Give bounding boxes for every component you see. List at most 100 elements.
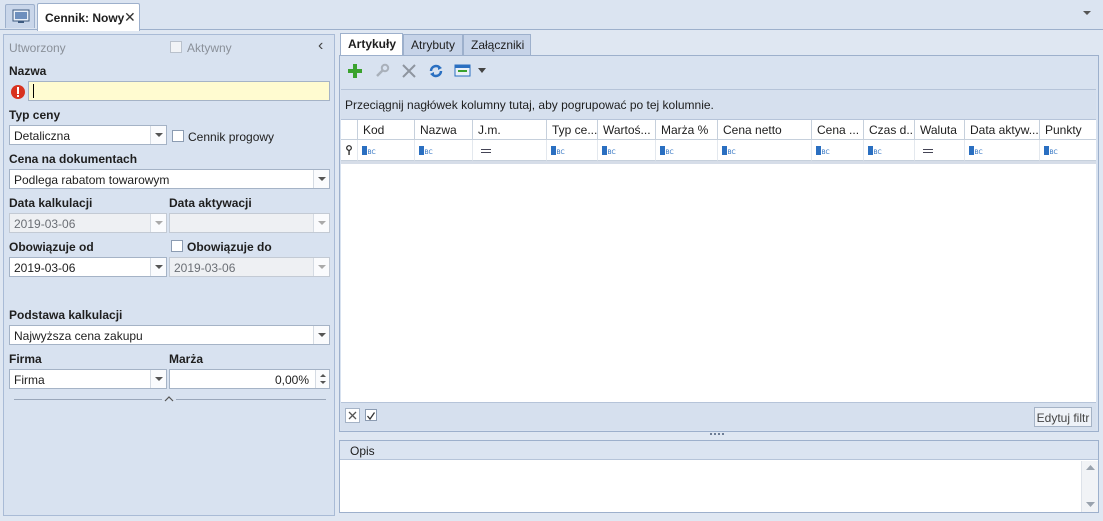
row-indicator-header: [341, 120, 358, 140]
name-input[interactable]: [28, 81, 330, 101]
clear-filter-button[interactable]: [345, 408, 360, 423]
valid-from-date-picker[interactable]: 2019-03-06: [9, 257, 167, 277]
calc-date-value: 2019-03-06: [14, 217, 76, 231]
filter-cell-cena-netto[interactable]: BC: [718, 140, 812, 161]
svg-text:BC: BC: [368, 149, 376, 155]
calc-basis-select[interactable]: Najwyższa cena zakupu: [9, 325, 330, 345]
description-panel: Opis: [339, 440, 1099, 513]
filter-cell-jm[interactable]: [473, 140, 547, 161]
company-label: Firma: [9, 352, 42, 366]
chevron-up-icon[interactable]: [164, 395, 174, 403]
calc-basis-value: Najwyższa cena zakupu: [14, 329, 143, 343]
abc-filter-icon: BC: [419, 146, 433, 155]
collapse-panel-icon[interactable]: ‹: [318, 37, 323, 55]
dropdown-button[interactable]: [150, 126, 166, 144]
filter-cell-wartosc[interactable]: BC: [598, 140, 656, 161]
doc-price-select[interactable]: Podlega rabatom towarowym: [9, 169, 330, 189]
filter-cell-czas-dostawy[interactable]: BC: [864, 140, 915, 161]
column-header-wartosc[interactable]: Wartoś...: [598, 120, 656, 140]
svg-text:BC: BC: [608, 149, 616, 155]
tab-zalaczniki[interactable]: Załączniki: [463, 34, 531, 55]
wrench-icon[interactable]: [374, 63, 390, 79]
export-icon[interactable]: [454, 64, 472, 78]
filter-cell-waluta[interactable]: [915, 140, 965, 161]
dropdown-button[interactable]: [150, 370, 166, 388]
dropdown-button[interactable]: [313, 326, 329, 344]
filter-cell-punkty[interactable]: BC: [1040, 140, 1096, 161]
activation-date-label: Data aktywacji: [169, 196, 252, 210]
items-grid[interactable]: Kod Nazwa J.m. Typ ce... Wartoś... Marża…: [341, 119, 1096, 402]
scroll-up-icon[interactable]: [1086, 465, 1095, 471]
chevron-down-icon[interactable]: [1082, 9, 1092, 17]
tier-price-checkbox[interactable]: [172, 130, 184, 142]
dropdown-button[interactable]: [313, 170, 329, 188]
filter-footer: Edytuj filtr: [341, 402, 1096, 430]
scroll-down-icon[interactable]: [1086, 502, 1095, 508]
filter-cell-kod[interactable]: BC: [358, 140, 415, 161]
svg-text:BC: BC: [1050, 149, 1058, 155]
filter-cell-marza[interactable]: BC: [656, 140, 718, 161]
column-header-cena[interactable]: Cena ...: [812, 120, 864, 140]
column-header-marza[interactable]: Marża %: [656, 120, 718, 140]
description-scrollbar[interactable]: [1081, 461, 1098, 512]
filter-cell-cena[interactable]: BC: [812, 140, 864, 161]
tab-title: Cennik: Nowy: [45, 11, 125, 25]
warning-icon: [11, 85, 25, 99]
splitter-grip-icon[interactable]: [710, 433, 724, 436]
dropdown-button: [150, 214, 166, 232]
column-header-cena-netto[interactable]: Cena netto: [718, 120, 812, 140]
tab-cennik-nowy[interactable]: Cennik: Nowy ✕: [37, 3, 140, 31]
header-panel: Utworzony Aktywny ‹ Nazwa Typ ceny Detal…: [3, 34, 335, 516]
active-checkbox[interactable]: [170, 41, 182, 53]
abc-filter-icon: BC: [969, 146, 983, 155]
dropdown-button[interactable]: [150, 258, 166, 276]
home-tab[interactable]: [5, 4, 35, 28]
filter-cell-data-aktywacji[interactable]: BC: [965, 140, 1040, 161]
margin-spin-input[interactable]: 0,00%: [169, 369, 330, 389]
margin-label: Marża: [169, 352, 204, 366]
column-header-waluta[interactable]: Waluta: [915, 120, 965, 140]
tab-atrybuty[interactable]: Atrybuty: [403, 34, 463, 55]
column-header-punkty[interactable]: Punkty: [1040, 120, 1096, 140]
company-select[interactable]: Firma: [9, 369, 167, 389]
divider: [14, 399, 162, 400]
column-header-czas-dostawy[interactable]: Czas d...: [864, 120, 915, 140]
filter-cell-typ-ceny[interactable]: BC: [547, 140, 598, 161]
delete-icon[interactable]: [401, 63, 417, 79]
column-header-jm[interactable]: J.m.: [473, 120, 547, 140]
close-icon[interactable]: ✕: [124, 9, 136, 26]
filter-cell-nazwa[interactable]: BC: [415, 140, 473, 161]
valid-to-date-picker: 2019-03-06: [169, 257, 330, 277]
calc-basis-label: Podstawa kalkulacji: [9, 308, 123, 322]
add-icon[interactable]: [347, 63, 363, 79]
column-header-kod[interactable]: Kod: [358, 120, 415, 140]
edit-filter-button[interactable]: Edytuj filtr: [1034, 407, 1092, 427]
abc-filter-icon: BC: [868, 146, 882, 155]
svg-text:BC: BC: [425, 149, 433, 155]
tier-price-label: Cennik progowy: [188, 130, 275, 144]
company-value: Firma: [14, 373, 45, 387]
filter-enabled-checkbox[interactable]: [365, 409, 377, 421]
column-header-data-aktywacji[interactable]: Data aktyw...: [965, 120, 1040, 140]
refresh-icon[interactable]: [428, 63, 444, 79]
margin-value: 0,00%: [274, 373, 309, 387]
valid-to-checkbox[interactable]: [171, 240, 183, 252]
column-header-typ-ceny[interactable]: Typ ce...: [547, 120, 598, 140]
chevron-down-icon[interactable]: [478, 68, 486, 74]
grid-toolbar: [341, 59, 1097, 85]
spin-arrows-icon: [320, 374, 326, 384]
abc-filter-icon: BC: [551, 146, 565, 155]
tab-artykuly[interactable]: Artykuły: [340, 33, 403, 55]
price-type-select[interactable]: Detaliczna: [9, 125, 167, 145]
abc-filter-icon: BC: [1044, 146, 1058, 155]
doc-price-value: Podlega rabatom towarowym: [14, 173, 170, 187]
description-textarea[interactable]: [342, 463, 1080, 511]
column-header-nazwa[interactable]: Nazwa: [415, 120, 473, 140]
description-label: Opis: [350, 444, 375, 458]
description-header: Opis: [340, 441, 1098, 460]
filter-row-indicator: [341, 140, 358, 161]
group-by-panel[interactable]: Przeciągnij nagłówek kolumny tutaj, aby …: [341, 89, 1096, 119]
spin-buttons[interactable]: [315, 370, 329, 388]
abc-filter-icon: BC: [602, 146, 616, 155]
calc-date-label: Data kalkulacji: [9, 196, 93, 210]
